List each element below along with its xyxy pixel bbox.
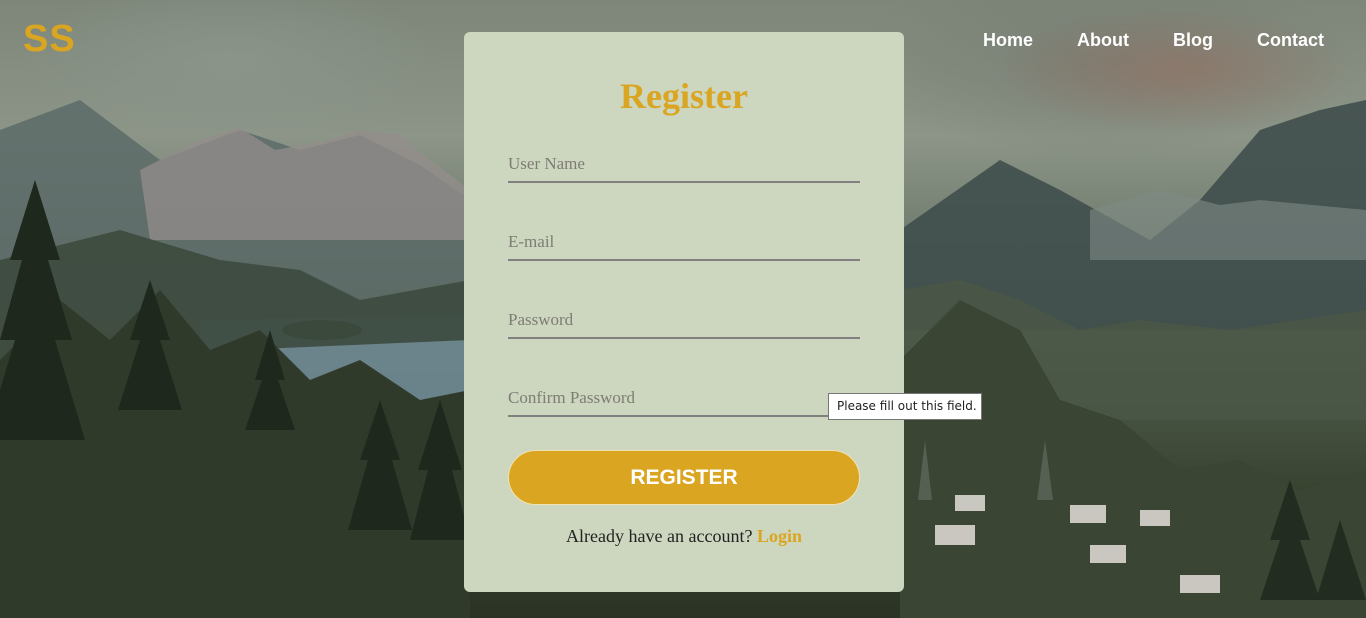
username-input[interactable] xyxy=(508,143,860,181)
top-nav: Home About Blog Contact xyxy=(983,30,1324,51)
form-title: Register xyxy=(620,76,748,116)
confirm-password-input[interactable] xyxy=(508,377,860,415)
brand-logo[interactable]: SS xyxy=(23,18,76,61)
confirm-password-field-wrapper xyxy=(508,377,860,417)
validation-tooltip: Please fill out this field. xyxy=(828,393,982,420)
nav-blog-link[interactable]: Blog xyxy=(1173,30,1213,51)
register-card: Register REGISTER Already have an accoun… xyxy=(464,32,904,592)
username-field-wrapper xyxy=(508,143,860,183)
nav-about-link[interactable]: About xyxy=(1077,30,1129,51)
password-input[interactable] xyxy=(508,299,860,337)
register-button[interactable]: REGISTER xyxy=(508,450,860,505)
nav-home-link[interactable]: Home xyxy=(983,30,1033,51)
nav-contact-link[interactable]: Contact xyxy=(1257,30,1324,51)
login-link[interactable]: Login xyxy=(757,526,802,546)
email-field-wrapper xyxy=(508,221,860,261)
password-field-wrapper xyxy=(508,299,860,339)
login-prompt-text: Already have an account? xyxy=(566,526,757,546)
email-input[interactable] xyxy=(508,221,860,259)
login-prompt: Already have an account? Login xyxy=(464,526,904,547)
